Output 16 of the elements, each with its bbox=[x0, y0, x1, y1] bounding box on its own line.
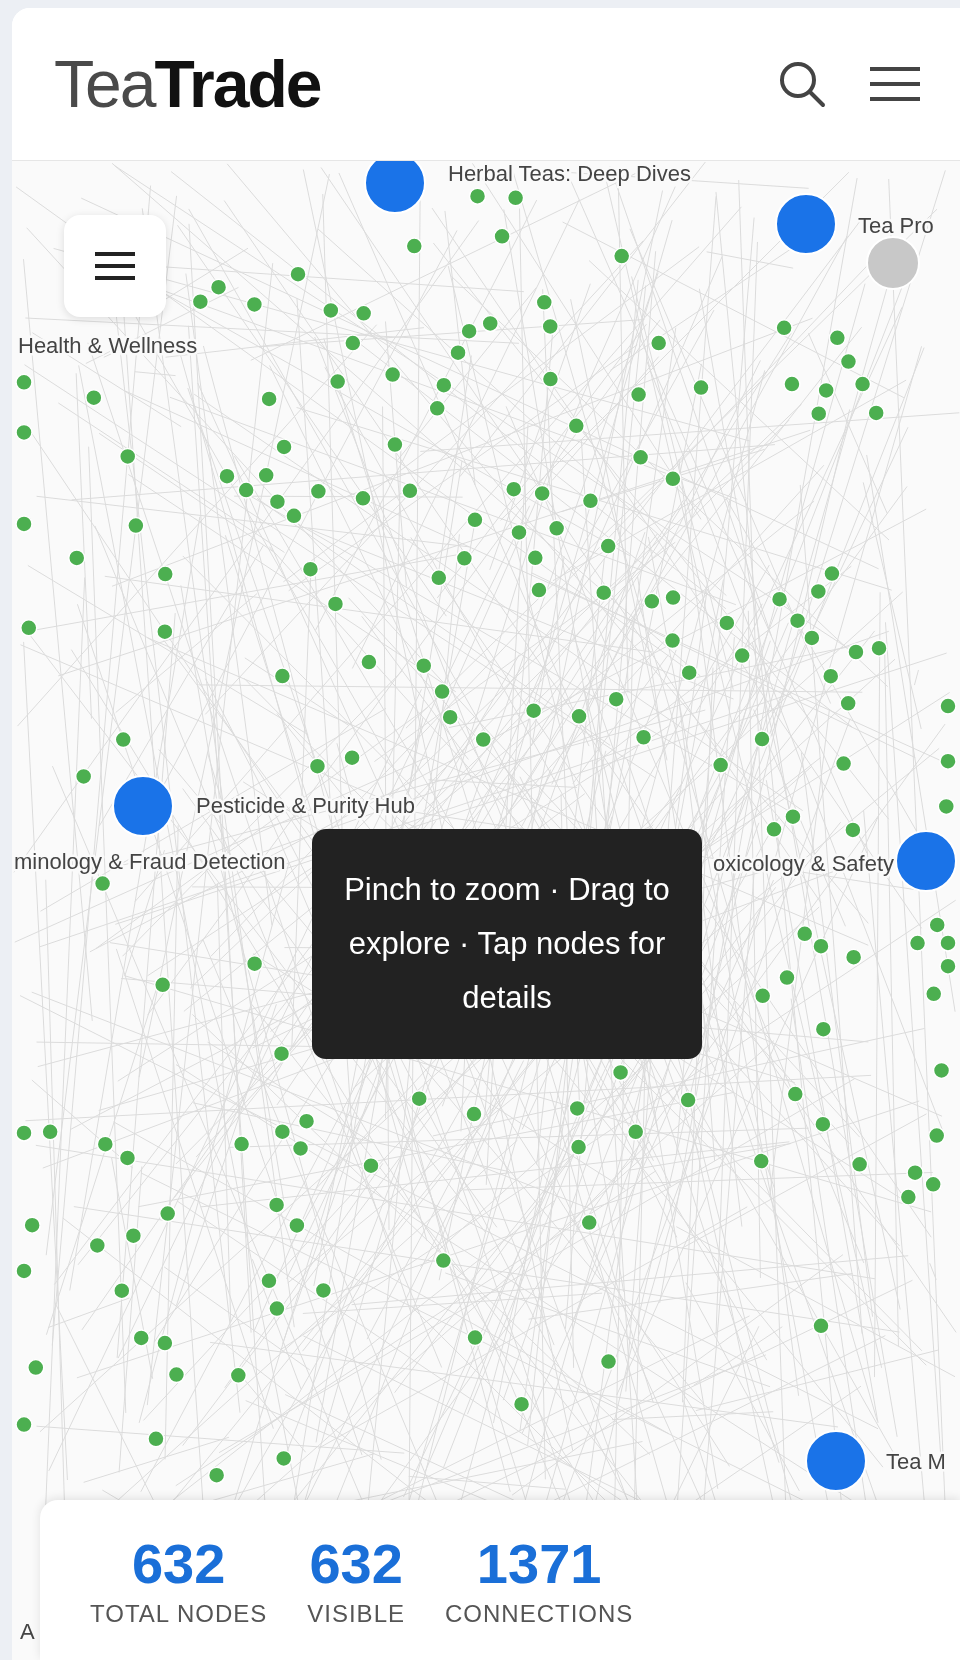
stat-value: 1371 bbox=[476, 1536, 602, 1592]
node-label: Tea M bbox=[886, 1449, 946, 1474]
stat-label: VISIBLE bbox=[307, 1600, 405, 1628]
stat-label: TOTAL NODES bbox=[90, 1600, 268, 1628]
node-label: Tea Pro bbox=[858, 213, 934, 238]
logo[interactable]: TeaTrade bbox=[54, 51, 321, 117]
stat-value: 632 bbox=[309, 1536, 403, 1592]
node-label: A bbox=[20, 1619, 35, 1644]
stat-value: 632 bbox=[131, 1536, 226, 1592]
node-label: Pesticide & Purity Hub bbox=[196, 793, 415, 818]
hint-tooltip: Pinch to zoom · Drag to explore · Tap nodes for details bbox=[312, 829, 702, 1059]
node-label: minology & Fraud Detection bbox=[14, 849, 286, 874]
node-label: Health & Wellness bbox=[18, 333, 198, 358]
stat-label: CONNECTIONS bbox=[445, 1600, 634, 1628]
node-label: Herbal Teas: Deep Dives bbox=[448, 161, 691, 186]
node-label: oxicology & Safety bbox=[713, 851, 894, 876]
